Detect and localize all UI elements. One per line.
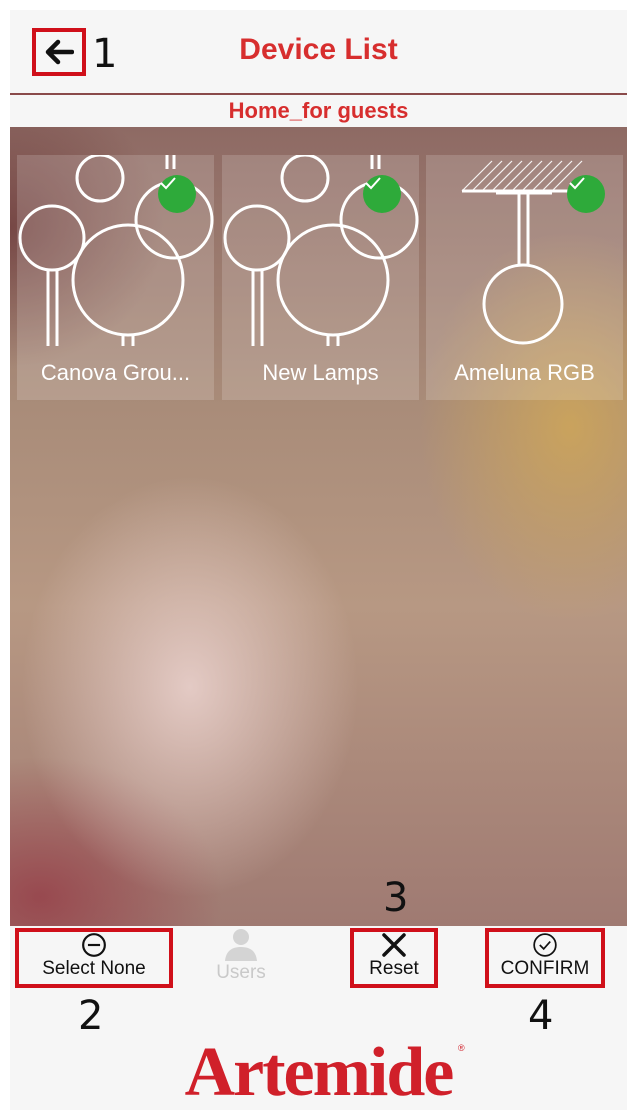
check-circle-icon xyxy=(533,933,557,957)
page-title: Device List xyxy=(239,33,398,66)
device-tile[interactable]: New Lamps xyxy=(222,155,419,400)
device-label: Ameluna RGB xyxy=(454,360,595,385)
device-label: Canova Grou... xyxy=(40,360,191,385)
device-grid: Canova Grou... New Lamps Ameluna RGB 3 xyxy=(10,127,627,926)
confirm-button[interactable]: CONFIRM xyxy=(485,928,605,988)
annotation-number: 4 xyxy=(528,993,554,1039)
reset-button[interactable]: Reset xyxy=(350,928,438,988)
app-frame: 1 Device List Home_for guests Canova Gro… xyxy=(10,10,627,1110)
users-label: Users xyxy=(216,962,266,983)
reset-label: Reset xyxy=(369,958,419,979)
registered-mark: ® xyxy=(458,1043,465,1053)
select-none-button[interactable]: Select None xyxy=(15,928,173,988)
annotation-number: 3 xyxy=(383,875,409,921)
annotation-number: 2 xyxy=(78,993,104,1039)
check-icon xyxy=(363,175,401,213)
confirm-label: CONFIRM xyxy=(500,958,590,979)
device-tile[interactable]: Canova Grou... xyxy=(17,155,214,400)
close-icon xyxy=(382,933,406,957)
device-tile[interactable]: Ameluna RGB xyxy=(426,155,623,400)
home-name: Home_for guests xyxy=(10,95,627,127)
header: 1 Device List xyxy=(10,10,627,94)
users-button[interactable]: Users xyxy=(196,928,286,988)
user-icon xyxy=(225,929,257,961)
check-icon xyxy=(158,175,196,213)
brand-logo: Artemide xyxy=(184,1034,455,1110)
device-label: New Lamps xyxy=(262,360,379,385)
select-none-label: Select None xyxy=(42,958,146,979)
check-icon xyxy=(567,175,605,213)
minus-circle-icon xyxy=(82,933,106,957)
